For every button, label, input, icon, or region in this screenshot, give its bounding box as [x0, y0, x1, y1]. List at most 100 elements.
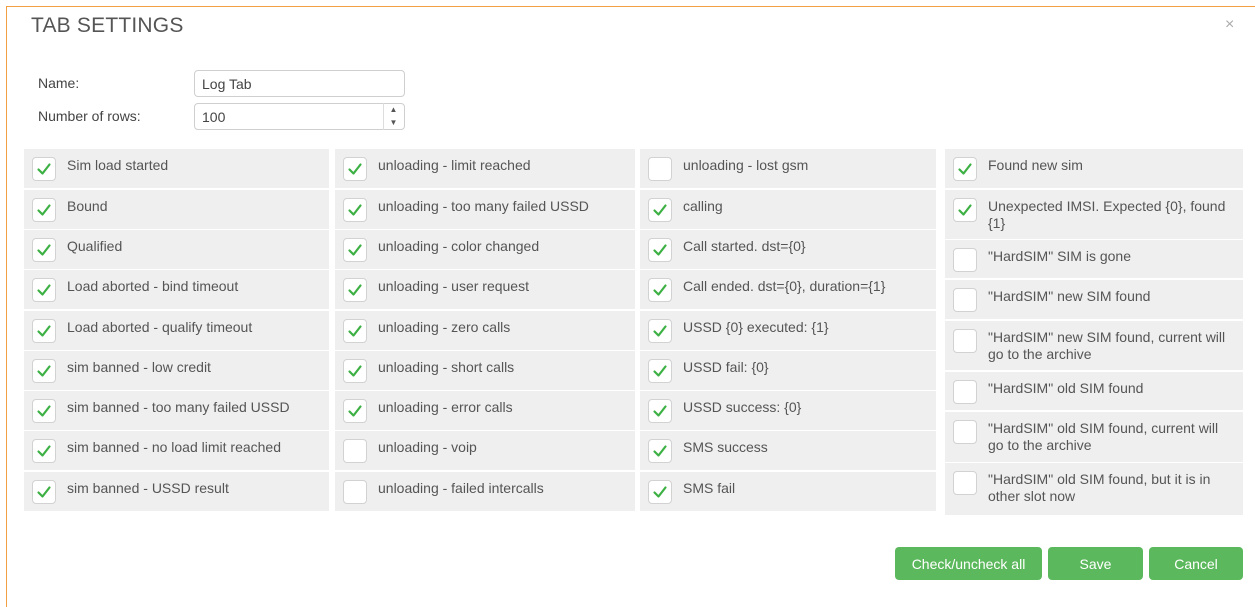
- checkbox-item[interactable]: Call started. dst={0}: [640, 230, 936, 269]
- checkbox-checked[interactable]: [953, 157, 977, 181]
- checkbox-label: Found new sim: [988, 157, 1083, 173]
- checkbox-item[interactable]: "HardSIM" new SIM found: [945, 280, 1243, 319]
- checkbox-unchecked[interactable]: [343, 480, 367, 504]
- checkbox-item[interactable]: SMS success: [640, 431, 936, 470]
- checkbox-item[interactable]: unloading - too many failed USSD: [335, 190, 635, 229]
- checkmark-icon: [37, 244, 51, 256]
- checkbox-item[interactable]: "HardSIM" new SIM found, current will go…: [945, 321, 1243, 370]
- checkbox-item[interactable]: "HardSIM" old SIM found, current will go…: [945, 412, 1243, 462]
- chevron-down-icon[interactable]: ▼: [384, 116, 403, 129]
- checkbox-item[interactable]: unloading - lost gsm: [640, 149, 936, 188]
- checkbox-label: "HardSIM" old SIM found, but it is in ot…: [988, 471, 1211, 504]
- checkbox-checked[interactable]: [648, 480, 672, 504]
- checkbox-unchecked[interactable]: [953, 329, 977, 353]
- checkbox-item[interactable]: Load aborted - qualify timeout: [24, 311, 329, 350]
- checkbox-checked[interactable]: [32, 157, 56, 181]
- checkbox-checked[interactable]: [343, 399, 367, 423]
- checkbox-unchecked[interactable]: [953, 471, 977, 495]
- checkbox-item[interactable]: unloading - zero calls: [335, 311, 635, 350]
- checkbox-label: Unexpected IMSI. Expected {0}, found {1}: [988, 198, 1226, 231]
- checkbox-item[interactable]: unloading - user request: [335, 270, 635, 309]
- checkbox-item[interactable]: Call ended. dst={0}, duration={1}: [640, 270, 936, 309]
- checkbox-item[interactable]: unloading - error calls: [335, 391, 635, 430]
- checkbox-item[interactable]: Load aborted - bind timeout: [24, 270, 329, 309]
- checkbox-item[interactable]: SMS fail: [640, 472, 936, 511]
- checkbox-checked[interactable]: [32, 480, 56, 504]
- checkbox-checked[interactable]: [343, 359, 367, 383]
- checkbox-checked[interactable]: [32, 399, 56, 423]
- checkbox-unchecked[interactable]: [953, 288, 977, 312]
- name-input[interactable]: [194, 70, 405, 97]
- checkbox-checked[interactable]: [32, 278, 56, 302]
- cancel-button[interactable]: Cancel: [1149, 547, 1243, 580]
- checkbox-item[interactable]: unloading - failed intercalls: [335, 472, 635, 511]
- checkbox-checked[interactable]: [343, 319, 367, 343]
- checkbox-checked[interactable]: [32, 238, 56, 262]
- checkbox-checked[interactable]: [648, 319, 672, 343]
- checkbox-item[interactable]: "HardSIM" old SIM found, but it is in ot…: [945, 463, 1243, 515]
- checkmark-icon: [348, 284, 362, 296]
- checkbox-checked[interactable]: [343, 198, 367, 222]
- checkbox-item[interactable]: sim banned - USSD result: [24, 472, 329, 511]
- check-uncheck-all-button[interactable]: Check/uncheck all: [895, 547, 1042, 580]
- checkbox-item[interactable]: unloading - color changed: [335, 230, 635, 269]
- checkbox-item[interactable]: Unexpected IMSI. Expected {0}, found {1}: [945, 190, 1243, 239]
- checkbox-unchecked[interactable]: [648, 157, 672, 181]
- checkbox-label: unloading - too many failed USSD: [378, 198, 589, 214]
- checkbox-label: Load aborted - bind timeout: [67, 278, 239, 294]
- checkbox-item[interactable]: sim banned - too many failed USSD: [24, 391, 329, 430]
- checkbox-label: "HardSIM" old SIM found: [988, 380, 1144, 396]
- checkbox-item[interactable]: sim banned - low credit: [24, 351, 329, 390]
- checkbox-checked[interactable]: [648, 238, 672, 262]
- checkbox-checked[interactable]: [648, 198, 672, 222]
- rows-stepper[interactable]: ▲ ▼: [383, 103, 403, 130]
- checkbox-label: unloading - lost gsm: [683, 157, 809, 173]
- checkbox-label: unloading - voip: [378, 439, 477, 455]
- checkbox-item[interactable]: unloading - short calls: [335, 351, 635, 390]
- checkbox-checked[interactable]: [343, 278, 367, 302]
- checkbox-item[interactable]: USSD success: {0}: [640, 391, 936, 430]
- checkbox-checked[interactable]: [343, 157, 367, 181]
- checkmark-icon: [653, 284, 667, 296]
- checkbox-item[interactable]: "HardSIM" SIM is gone: [945, 240, 1243, 278]
- checkbox-label: SMS success: [683, 439, 768, 455]
- checkbox-item[interactable]: Qualified: [24, 230, 329, 269]
- checkbox-checked[interactable]: [953, 198, 977, 222]
- checkbox-label: Load aborted - qualify timeout: [67, 319, 253, 335]
- checkbox-item[interactable]: unloading - voip: [335, 431, 635, 470]
- checkbox-item[interactable]: "HardSIM" old SIM found: [945, 372, 1243, 410]
- checkbox-item[interactable]: sim banned - no load limit reached: [24, 431, 329, 470]
- checkbox-label: unloading - limit reached: [378, 157, 531, 173]
- checkbox-label: "HardSIM" SIM is gone: [988, 248, 1131, 264]
- rows-input[interactable]: [194, 103, 405, 130]
- checkbox-checked[interactable]: [648, 399, 672, 423]
- checkbox-item[interactable]: USSD {0} executed: {1}: [640, 311, 936, 350]
- checkbox-unchecked[interactable]: [953, 420, 977, 444]
- checkbox-item[interactable]: calling: [640, 190, 936, 229]
- checkbox-checked[interactable]: [32, 439, 56, 463]
- checkmark-icon: [37, 405, 51, 417]
- checkbox-item[interactable]: Found new sim: [945, 149, 1243, 188]
- checkbox-checked[interactable]: [648, 359, 672, 383]
- checkbox-checked[interactable]: [32, 359, 56, 383]
- checkbox-checked[interactable]: [32, 319, 56, 343]
- save-button[interactable]: Save: [1048, 547, 1143, 580]
- checkbox-item[interactable]: unloading - limit reached: [335, 149, 635, 188]
- checkmark-icon: [348, 244, 362, 256]
- checkbox-unchecked[interactable]: [343, 439, 367, 463]
- checkbox-label: calling: [683, 198, 723, 214]
- checkbox-item[interactable]: Bound: [24, 190, 329, 229]
- chevron-up-icon[interactable]: ▲: [384, 103, 403, 116]
- checkmark-icon: [653, 325, 667, 337]
- close-icon[interactable]: ×: [1225, 17, 1234, 33]
- checkmark-icon: [37, 284, 51, 296]
- checkbox-item[interactable]: Sim load started: [24, 149, 329, 188]
- checkbox-unchecked[interactable]: [953, 248, 977, 272]
- checkbox-checked[interactable]: [32, 198, 56, 222]
- checkbox-unchecked[interactable]: [953, 380, 977, 404]
- checkbox-label: USSD {0} executed: {1}: [683, 319, 829, 335]
- checkbox-item[interactable]: USSD fail: {0}: [640, 351, 936, 390]
- checkbox-checked[interactable]: [648, 439, 672, 463]
- checkbox-checked[interactable]: [648, 278, 672, 302]
- checkbox-checked[interactable]: [343, 238, 367, 262]
